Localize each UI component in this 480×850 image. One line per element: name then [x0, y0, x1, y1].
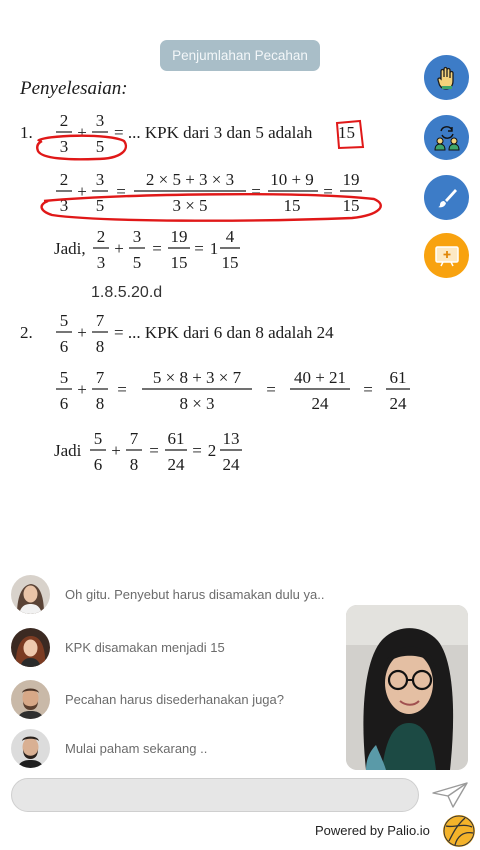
p2-l3-n1: 5 [94, 429, 103, 448]
p1-l3-r-den: 15 [171, 253, 188, 272]
p2-b-den: 8 [96, 337, 105, 356]
p2-l2-f-num: 61 [390, 368, 407, 387]
p2-l3-r-den: 24 [168, 455, 186, 474]
p2-jadi: Jadi [54, 441, 82, 460]
chat-message: Pecahan harus disederhanakan juga? [11, 679, 284, 719]
p1-l2-d2: 5 [96, 196, 105, 215]
switch-users-button[interactable] [424, 115, 469, 160]
p2-l2-expr-den: 8 × 3 [179, 394, 214, 413]
chat-message: Oh gitu. Penyebut harus disamakan dulu y… [11, 574, 324, 614]
p2-l2-n1: 5 [60, 368, 69, 387]
avatar [11, 574, 50, 614]
chat-message: Mulai paham sekarang .. [11, 728, 207, 768]
p2-l3-r-num: 61 [168, 429, 185, 448]
p2-l3-d1: 6 [94, 455, 103, 474]
send-button[interactable] [430, 779, 470, 811]
svg-text:=: = [149, 441, 159, 460]
svg-text:+: + [77, 380, 87, 399]
p1-l2-r-num: 10 + 9 [270, 170, 314, 189]
svg-text:=: = [363, 380, 373, 399]
p1-l2-f-den: 15 [343, 196, 360, 215]
p2-b-num: 7 [96, 311, 105, 330]
p1-l3-n1: 2 [97, 227, 106, 246]
chat-message-text: Pecahan harus disederhanakan juga? [65, 691, 285, 707]
p1-l3-r-num: 19 [171, 227, 188, 246]
p2-a-den: 6 [60, 337, 69, 356]
p1-l2-expr-num: 2 × 5 + 3 × 3 [146, 170, 234, 189]
video-frame [346, 605, 468, 770]
chat-message-text: Mulai paham sekarang .. [65, 740, 208, 756]
chat-message: KPK disamakan menjadi 15 [11, 627, 225, 667]
p2-l3-m-num: 13 [223, 429, 240, 448]
p2-l2-d2: 8 [96, 394, 105, 413]
p2-kpk-text: = ... KPK dari 6 dan 8 adalah 24 [114, 323, 334, 342]
solution-heading: Penyelesaian: [19, 78, 128, 99]
avatar [11, 679, 50, 719]
chat-message-text: KPK disamakan menjadi 15 [65, 639, 225, 655]
p2-a-num: 5 [60, 311, 69, 330]
p1-l3-m-den: 15 [222, 253, 239, 272]
p1-plus: + [77, 123, 87, 142]
palio-logo-icon [443, 815, 475, 847]
p1-number: 1. [20, 123, 33, 142]
p2-l3-whole: 2 [208, 441, 217, 460]
p1-kpk-text: = ... KPK dari 3 dan 5 adalah [114, 123, 313, 142]
chat-message-text: Oh gitu. Penyebut harus disamakan dulu y… [65, 586, 325, 602]
svg-text:+: + [114, 239, 124, 258]
p1-l2-r-den: 15 [284, 196, 301, 215]
svg-text:=: = [117, 380, 127, 399]
p2-l2-expr-num: 5 × 8 + 3 × 7 [153, 368, 242, 387]
p1-reference: 1.8.5.20.d [91, 284, 162, 301]
p2-l2-r-den: 24 [312, 394, 330, 413]
p2-l3-d2: 8 [130, 455, 139, 474]
svg-text:=: = [194, 239, 204, 258]
svg-text:+: + [77, 323, 87, 342]
p2-l2-d1: 6 [60, 394, 69, 413]
p2-l2-r-num: 40 + 21 [294, 368, 346, 387]
svg-text:+: + [111, 441, 121, 460]
self-video-preview [346, 605, 468, 770]
p1-l3-m-num: 4 [226, 227, 235, 246]
whiteboard-icon [434, 245, 459, 266]
p1-l3-n2: 3 [133, 227, 142, 246]
p1-l3-d1: 3 [97, 253, 106, 272]
math-board-canvas: Penyelesaian: 1. 2 3 + 3 5 = ... KPK dar… [19, 78, 410, 474]
send-icon [432, 782, 468, 808]
whiteboard-button[interactable] [424, 233, 469, 278]
svg-text:=: = [323, 182, 333, 201]
svg-text:=: = [251, 182, 261, 201]
avatar [11, 627, 50, 667]
powered-by-text: Powered by Palio.io [315, 823, 430, 838]
p1-a-num: 2 [60, 111, 69, 130]
svg-text:=: = [152, 239, 162, 258]
p1-b-num: 3 [96, 111, 105, 130]
p2-l3-m-den: 24 [223, 455, 241, 474]
p1-l2-f-num: 19 [343, 170, 360, 189]
raise-hand-button[interactable] [424, 55, 469, 100]
p2-l2-n2: 7 [96, 368, 105, 387]
p2-l3-n2: 7 [130, 429, 139, 448]
p1-jadi: Jadi, [54, 239, 86, 258]
p1-l3-d2: 5 [133, 253, 142, 272]
brush-icon [437, 188, 457, 207]
switch-users-icon [433, 125, 460, 150]
avatar [11, 728, 50, 768]
p1-l2-expr-den: 3 × 5 [172, 196, 207, 215]
p1-kpk-value: 15 [338, 123, 355, 142]
p1-l3-whole: 1 [210, 239, 219, 258]
raise-hand-icon [436, 66, 454, 90]
svg-text:=: = [192, 441, 202, 460]
p1-l2-n1: 2 [60, 170, 69, 189]
p1-a-den: 3 [60, 137, 69, 156]
brush-button[interactable] [424, 175, 469, 220]
p1-l2-n2: 3 [96, 170, 105, 189]
math-board: Penyelesaian: 1. 2 3 + 3 5 = ... KPK dar… [0, 75, 480, 485]
p2-number: 2. [20, 323, 33, 342]
p2-l2-f-den: 24 [390, 394, 408, 413]
svg-text:=: = [266, 380, 276, 399]
lesson-title: Penjumlahan Pecahan [160, 40, 320, 71]
chat-message-input[interactable] [11, 778, 419, 812]
svg-text:=: = [116, 182, 126, 201]
p1-b-den: 5 [96, 137, 105, 156]
